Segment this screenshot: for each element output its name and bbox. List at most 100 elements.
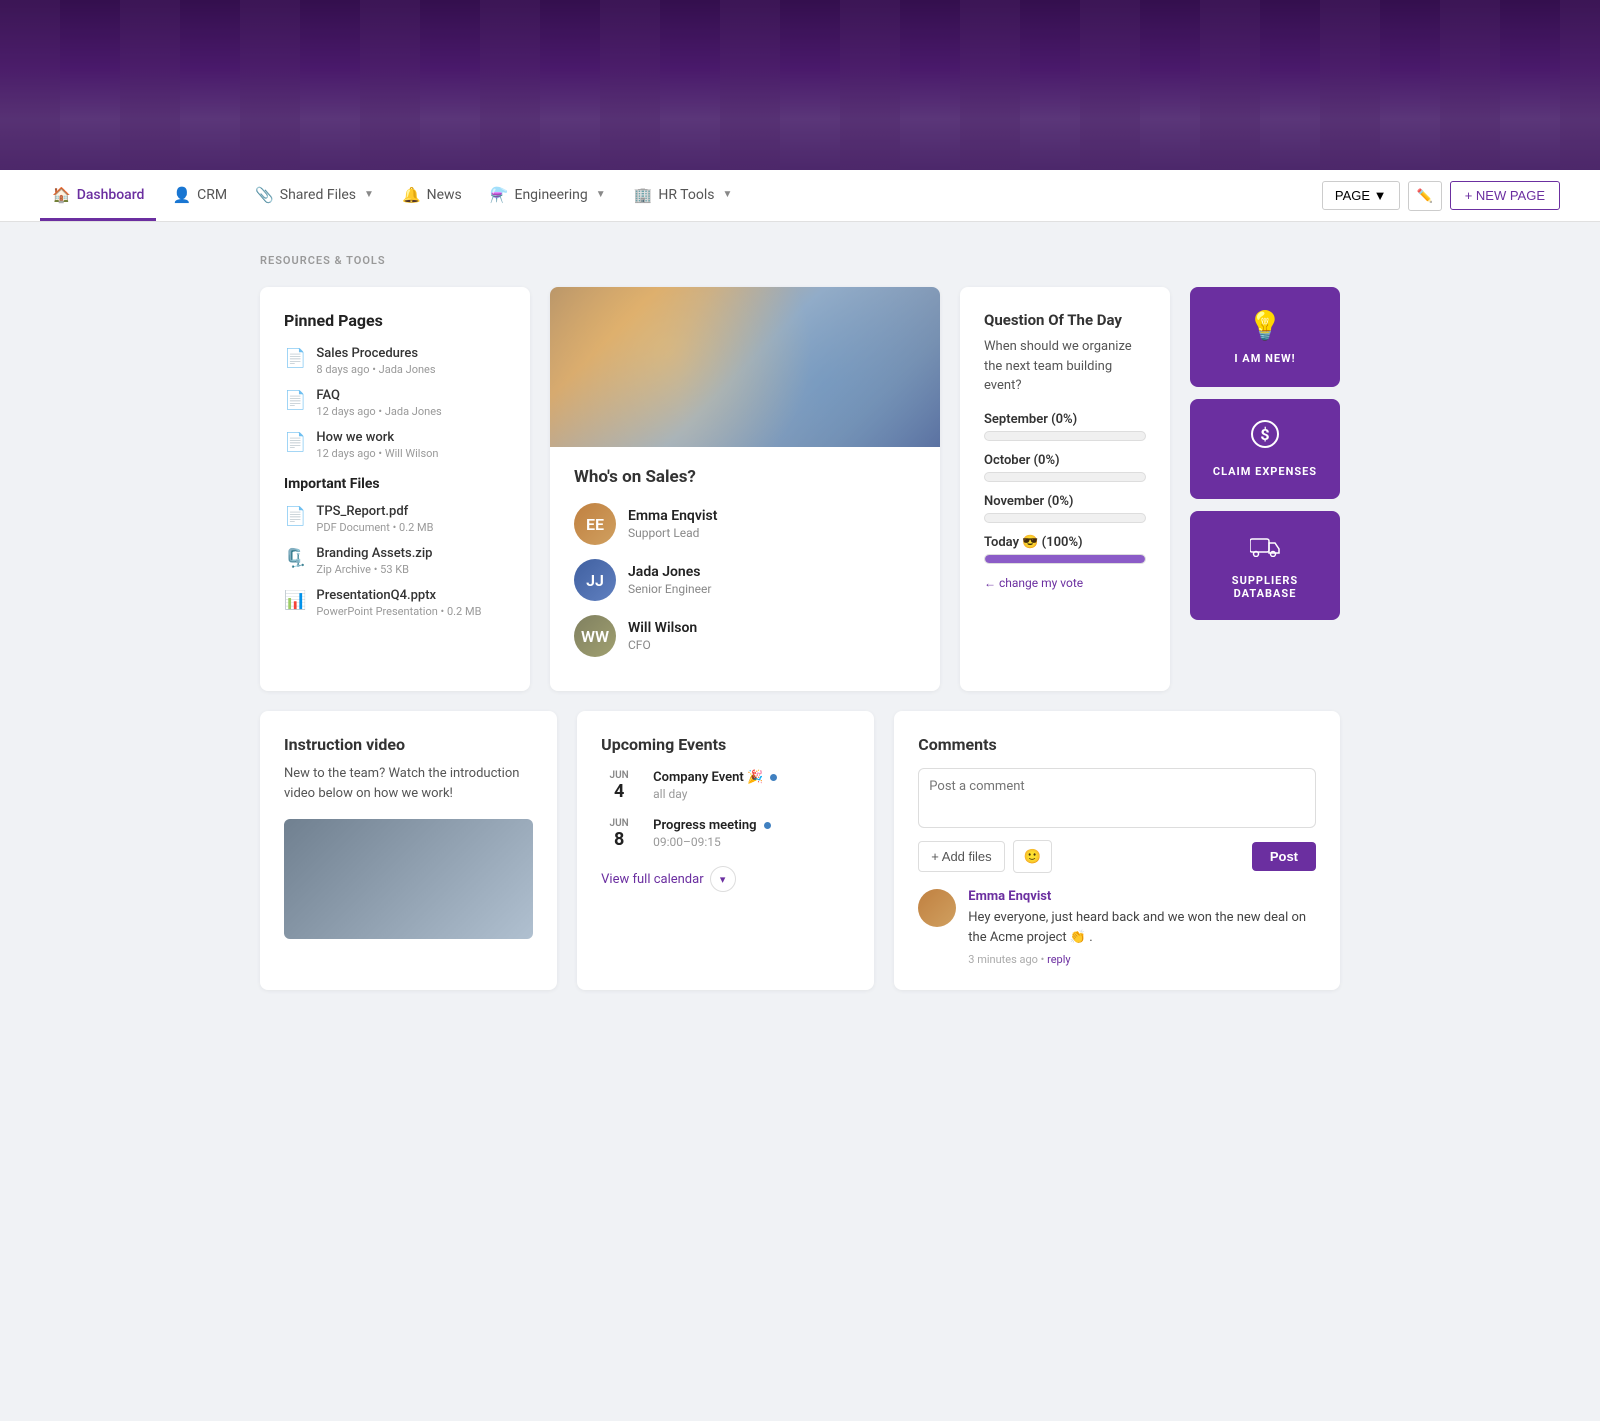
document-icon: 📄 (284, 390, 306, 411)
event-name: Progress meeting (653, 818, 850, 833)
instruction-text: New to the team? Watch the introduction … (284, 764, 533, 803)
avatar (918, 889, 956, 927)
pencil-icon: ✏️ (1417, 188, 1433, 203)
action-cards-column: 💡 I AM NEW! $ CLAIM EXPENSES (1190, 287, 1340, 691)
top-grid: Pinned Pages 📄 Sales Procedures 8 days a… (260, 287, 1340, 691)
avatar: EE (574, 503, 616, 545)
pinned-item[interactable]: 📄 FAQ 12 days ago • Jada Jones (284, 388, 506, 418)
file-item[interactable]: 🗜️ Branding Assets.zip Zip Archive • 53 … (284, 546, 506, 576)
nav-item-news[interactable]: 🔔 News (390, 172, 474, 221)
pinned-pages-title: Pinned Pages (284, 311, 506, 330)
nav-item-dashboard[interactable]: 🏠 Dashboard (40, 172, 156, 221)
pinned-page-meta: 12 days ago • Jada Jones (316, 405, 441, 418)
chevron-down-icon[interactable]: ▾ (710, 866, 736, 892)
person-name: Will Wilson (628, 620, 697, 636)
comment-meta: 3 minutes ago • reply (968, 953, 1316, 966)
claim-expenses-card[interactable]: $ CLAIM EXPENSES (1190, 399, 1340, 499)
post-button[interactable]: Post (1252, 842, 1316, 871)
poll-option[interactable]: September (0%) (984, 412, 1146, 441)
poll-bar (984, 513, 1146, 523)
comment-item: Emma Enqvist Hey everyone, just heard ba… (918, 889, 1316, 966)
crm-icon: 👤 (172, 186, 191, 204)
lightbulb-icon: 💡 (1248, 309, 1283, 342)
pinned-page-name: Sales Procedures (316, 346, 435, 361)
event-info: Company Event 🎉 all day (653, 770, 850, 801)
sales-person[interactable]: WW Will Wilson CFO (574, 615, 916, 657)
events-title: Upcoming Events (601, 735, 850, 754)
important-files-title: Important Files (284, 476, 506, 492)
svg-text:$: $ (1260, 425, 1269, 444)
video-thumbnail[interactable] (284, 819, 533, 939)
event-name: Company Event 🎉 (653, 770, 850, 785)
file-item[interactable]: 📊 PresentationQ4.pptx PowerPoint Present… (284, 588, 506, 618)
poll-options: September (0%) October (0%) November (0%… (984, 412, 1146, 564)
instruction-card: Instruction video New to the team? Watch… (260, 711, 557, 990)
file-meta: Zip Archive • 53 KB (316, 563, 432, 576)
avatar: JJ (574, 559, 616, 601)
comments-title: Comments (918, 735, 1316, 754)
sales-person[interactable]: JJ Jada Jones Senior Engineer (574, 559, 916, 601)
event-date: JUN 4 (601, 770, 637, 802)
person-role: CFO (628, 638, 697, 652)
nav-item-engineering[interactable]: ⚗️ Engineering ▼ (478, 172, 618, 221)
comment-input[interactable] (918, 768, 1316, 828)
poll-label: Today 😎 (100%) (984, 535, 1146, 550)
sales-image (550, 287, 940, 447)
question-text: When should we organize the next team bu… (984, 337, 1146, 396)
reply-link[interactable]: reply (1047, 953, 1071, 966)
hero-banner (0, 0, 1600, 170)
main-content: RESOURCES & TOOLS Pinned Pages 📄 Sales P… (220, 222, 1380, 1042)
nav-right: PAGE ▼ ✏️ + NEW PAGE (1322, 181, 1560, 211)
poll-option[interactable]: November (0%) (984, 494, 1146, 523)
change-vote-link[interactable]: ← change my vote (984, 576, 1146, 590)
pinned-item[interactable]: 📄 How we work 12 days ago • Will Wilson (284, 430, 506, 460)
add-files-button[interactable]: + Add files (918, 841, 1004, 872)
comment-actions: + Add files 🙂 Post (918, 840, 1316, 873)
claim-expenses-label: CLAIM EXPENSES (1213, 465, 1317, 478)
i-am-new-card[interactable]: 💡 I AM NEW! (1190, 287, 1340, 387)
emoji-button[interactable]: 🙂 (1013, 840, 1052, 873)
sales-person[interactable]: EE Emma Enqvist Support Lead (574, 503, 916, 545)
poll-label: October (0%) (984, 453, 1146, 468)
person-name: Emma Enqvist (628, 508, 717, 524)
file-name: Branding Assets.zip (316, 546, 432, 561)
hr-icon: 🏢 (634, 186, 653, 204)
instruction-title: Instruction video (284, 735, 533, 754)
poll-bar (984, 472, 1146, 482)
edit-button[interactable]: ✏️ (1408, 181, 1442, 211)
events-card: Upcoming Events JUN 4 Company Event 🎉 al… (577, 711, 874, 990)
sales-people: EE Emma Enqvist Support Lead JJ Jada Jon… (574, 503, 916, 657)
pinned-page-name: FAQ (316, 388, 441, 403)
file-meta: PowerPoint Presentation • 0.2 MB (316, 605, 481, 618)
suppliers-database-card[interactable]: SUPPLIERS DATABASE (1190, 511, 1340, 620)
chevron-down-icon: ▼ (596, 189, 606, 200)
document-icon: 📄 (284, 432, 306, 453)
nav-bar: 🏠 Dashboard 👤 CRM 📎 Shared Files ▼ 🔔 New… (0, 170, 1600, 222)
i-am-new-label: I AM NEW! (1234, 352, 1295, 365)
chevron-down-icon: ▼ (722, 189, 732, 200)
nav-item-shared-files[interactable]: 📎 Shared Files ▼ (243, 172, 386, 221)
person-name: Jada Jones (628, 564, 711, 580)
poll-bar (984, 554, 1146, 564)
events-list: JUN 4 Company Event 🎉 all day JUN 8 Prog… (601, 770, 850, 850)
poll-option[interactable]: Today 😎 (100%) (984, 535, 1146, 564)
event-time: all day (653, 787, 850, 801)
paperclip-icon: 📎 (255, 186, 274, 204)
file-item[interactable]: 📄 TPS_Report.pdf PDF Document • 0.2 MB (284, 504, 506, 534)
document-icon: 📄 (284, 348, 306, 369)
nav-item-crm[interactable]: 👤 CRM (160, 172, 239, 221)
person-role: Support Lead (628, 526, 717, 540)
view-full-calendar-link[interactable]: View full calendar ▾ (601, 866, 850, 892)
new-page-button[interactable]: + NEW PAGE (1450, 181, 1560, 210)
suppliers-database-label: SUPPLIERS DATABASE (1202, 574, 1328, 600)
pinned-item[interactable]: 📄 Sales Procedures 8 days ago • Jada Jon… (284, 346, 506, 376)
poll-option[interactable]: October (0%) (984, 453, 1146, 482)
page-button[interactable]: PAGE ▼ (1322, 181, 1400, 210)
comments-list: Emma Enqvist Hey everyone, just heard ba… (918, 889, 1316, 966)
engineering-icon: ⚗️ (490, 186, 509, 204)
event-dot (764, 822, 771, 829)
truck-icon (1250, 531, 1280, 564)
chevron-down-icon: ▼ (364, 189, 374, 200)
pinned-page-name: How we work (316, 430, 438, 445)
nav-item-hr-tools[interactable]: 🏢 HR Tools ▼ (622, 172, 745, 221)
